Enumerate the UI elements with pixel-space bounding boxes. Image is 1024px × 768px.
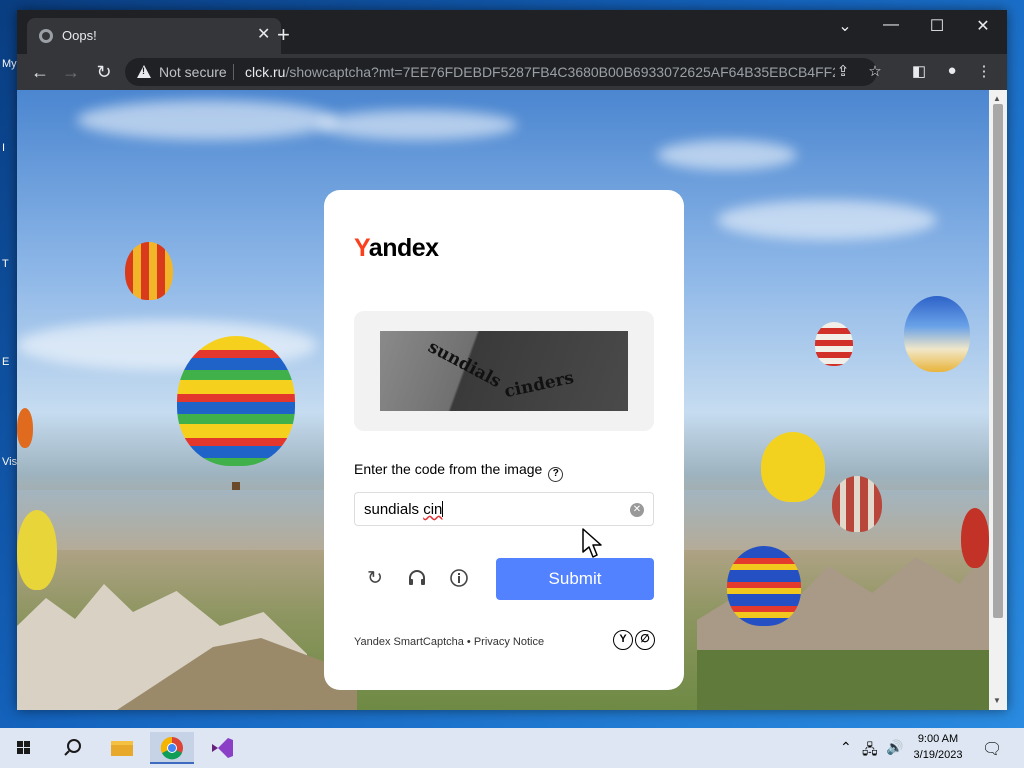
file-explorer-icon[interactable] [100,732,144,764]
warning-triangle-icon[interactable] [137,65,151,78]
hot-air-balloon [177,336,295,466]
volume-icon[interactable]: 🔊 [886,739,903,756]
balloon-basket [232,482,240,490]
taskbar: ⌃ 🖧 🔊 9:00 AM 3/19/2023 🗨 [0,728,1024,768]
text-caret [442,501,444,517]
clock-time[interactable]: 9:00 AM [903,733,973,745]
profile-icon[interactable]: ● [941,62,963,79]
notifications-icon[interactable]: 🗨 [982,739,1002,759]
browser-titlebar[interactable]: Oops! ✕ + ⌄ — ☐ ✕ [17,10,1007,54]
smartcaptcha-icon: ∅ [635,630,655,650]
security-label[interactable]: Not secure [159,64,227,80]
side-panel-icon[interactable]: ◧ [908,62,930,80]
audio-headphones-icon[interactable] [406,568,428,590]
windows-start-icon[interactable] [2,732,46,764]
url-divider [233,64,234,80]
captcha-input[interactable]: sundials cin ✕ [354,492,654,526]
yandex-y-icon: Y [613,630,633,650]
scroll-up-arrow-icon[interactable]: ▲ [993,94,1001,103]
hot-air-balloon [761,432,825,502]
back-icon[interactable]: ← [28,60,52,84]
tab-search-chevron-icon[interactable]: ⌄ [830,16,860,36]
globe-icon [39,29,53,43]
captcha-word: sundials [424,337,505,393]
desktop-icon-label[interactable]: E [2,356,9,368]
hot-air-balloon [17,408,33,448]
clock-date[interactable]: 3/19/2023 [903,749,973,761]
captcha-card: Yandex sundials cinders Enter the code f… [324,190,684,690]
url-path: /showcaptcha?mt=7EE76FDEBDF5287FB4C3680B… [285,64,835,80]
hot-air-balloon [727,546,801,626]
help-icon[interactable]: ? [548,467,564,482]
desktop-icon-label[interactable]: Vis [2,456,17,468]
captcha-image-frame: sundials cinders [354,311,654,431]
mouse-cursor-icon [582,528,602,558]
bookmark-star-icon[interactable]: ☆ [865,62,885,80]
vertical-scrollbar[interactable]: ▲ ▼ [989,90,1007,710]
scroll-thumb[interactable] [993,104,1003,618]
visual-studio-icon[interactable] [200,732,244,764]
cloud-decoration [657,140,797,170]
hot-air-balloon [961,508,989,568]
reload-icon[interactable]: ↻ [92,60,116,84]
clear-input-icon[interactable]: ✕ [630,503,644,517]
close-window-button[interactable]: ✕ [968,16,998,36]
forward-icon[interactable]: → [59,60,83,84]
minimize-button[interactable]: — [876,16,906,34]
captcha-input-value[interactable]: sundials cin [364,501,444,518]
desktop-icon-label[interactable]: I [2,142,5,154]
chrome-icon[interactable] [150,732,194,764]
page-viewport: Yandex sundials cinders Enter the code f… [17,90,989,710]
green-trees [697,650,989,710]
desktop-icon-label[interactable]: My [2,58,17,70]
captcha-footer[interactable]: Yandex SmartCaptcha • Privacy Notice [354,636,544,648]
hot-air-balloon [125,242,173,300]
cloud-decoration [317,110,517,140]
tab-title: Oops! [62,28,97,43]
captcha-word: cinders [502,367,576,403]
browser-window: Oops! ✕ + ⌄ — ☐ ✕ ← → ↻ Not secure clck.… [17,10,1007,710]
menu-icon[interactable]: ⋮ [973,62,995,80]
hot-air-balloon [904,296,970,372]
address-bar[interactable]: Not secure clck.ru/showcaptcha?mt=7EE76F… [125,58,882,86]
maximize-button[interactable]: ☐ [922,16,952,36]
hot-air-balloon [17,510,57,590]
browser-toolbar: ← → ↻ Not secure clck.ru/showcaptcha?mt=… [17,54,1007,90]
hot-air-balloon [832,476,882,532]
cloud-decoration [717,200,937,240]
share-icon[interactable]: ⇪ [833,62,853,80]
url-text[interactable]: clck.ru/showcaptcha?mt=7EE76FDEBDF5287FB… [245,64,835,80]
yandex-logo: Yandex [354,234,439,262]
tab-close-icon[interactable]: ✕ [257,26,270,44]
network-icon[interactable]: 🖧 [862,739,878,763]
submit-button[interactable]: Submit [496,558,654,600]
search-icon[interactable] [50,732,94,764]
browser-tab[interactable]: Oops! ✕ [27,18,281,54]
info-icon[interactable] [448,568,470,590]
captcha-prompt: Enter the code from the image? [354,461,564,482]
show-hidden-icons-chevron-icon[interactable]: ⌃ [840,739,852,756]
captcha-image: sundials cinders [380,331,628,411]
new-tab-button[interactable]: + [277,24,290,46]
hot-air-balloon [815,322,853,366]
desktop-icon-label[interactable]: T [2,258,9,270]
cloud-decoration [77,100,337,140]
url-host: clck.ru [245,64,286,80]
scroll-down-arrow-icon[interactable]: ▼ [993,696,1001,705]
refresh-icon[interactable]: ↻ [364,568,386,590]
